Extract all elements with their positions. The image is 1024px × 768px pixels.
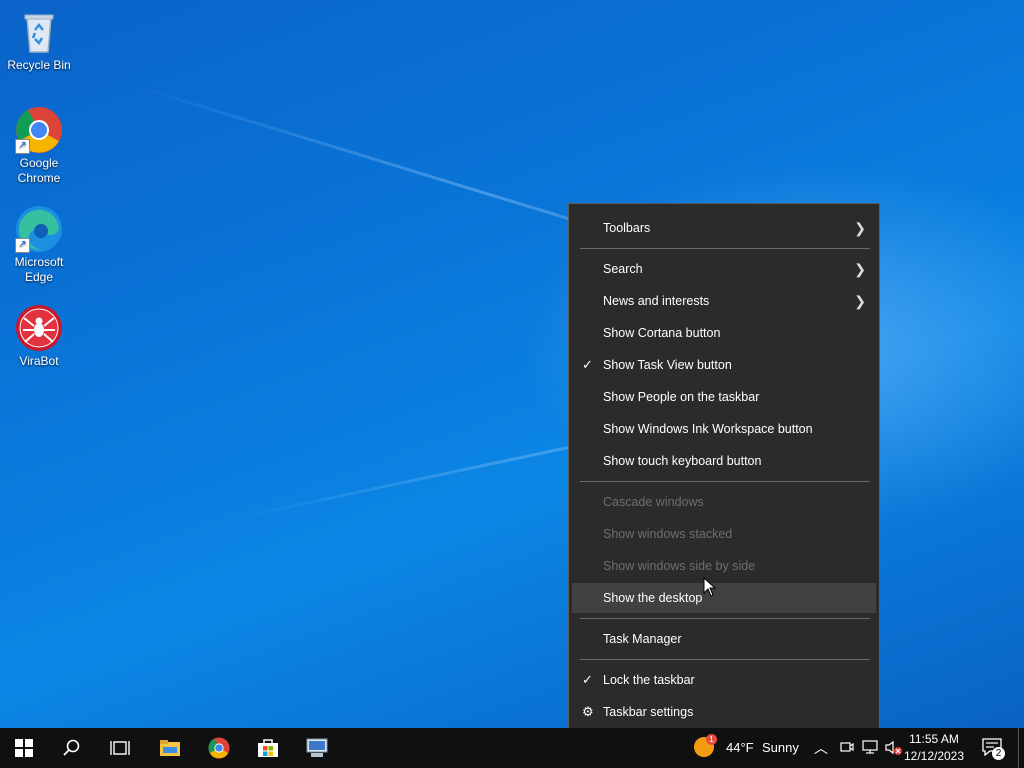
- menu-separator: [580, 659, 870, 660]
- search-icon: [63, 739, 80, 756]
- chevron-right-icon: ❯: [854, 293, 866, 309]
- network-icon[interactable]: [862, 740, 878, 759]
- menu-item-label: Cascade windows: [603, 495, 704, 509]
- meet-now-camera-icon[interactable]: [840, 740, 854, 759]
- volume-muted-icon[interactable]: [885, 740, 903, 761]
- menu-item-show-windows-side-by-side: Show windows side by side: [572, 551, 876, 581]
- windows-logo-icon: [15, 739, 33, 757]
- menu-item-label: Lock the taskbar: [603, 673, 695, 687]
- desktop-icon-google-chrome[interactable]: ↗ Google Chrome: [4, 106, 74, 186]
- taskbar-file-explorer[interactable]: [146, 728, 194, 768]
- clock-date: 12/12/2023: [903, 749, 965, 763]
- menu-item-show-windows-stacked: Show windows stacked: [572, 519, 876, 549]
- show-hidden-icons-chevron-up-icon[interactable]: ︿: [814, 738, 828, 758]
- chrome-icon: [208, 737, 230, 759]
- desktop-icon-label: Google Chrome: [17, 156, 61, 185]
- mouse-cursor-icon: [703, 576, 717, 602]
- menu-item-label: Show windows side by side: [603, 559, 756, 573]
- gear-icon: ⚙: [582, 704, 594, 719]
- weather-temperature[interactable]: 44°F: [726, 740, 754, 755]
- menu-item-show-ink-workspace[interactable]: Show Windows Ink Workspace button: [572, 414, 876, 444]
- virabot-spider-icon: [15, 304, 63, 352]
- taskbar: 1 44°F Sunny ︿ 11:55 AM 12/12/2023 2: [0, 728, 1024, 768]
- chevron-right-icon: ❯: [854, 220, 866, 236]
- taskbar-chrome[interactable]: [195, 728, 243, 768]
- clock-time: 11:55 AM: [909, 732, 959, 746]
- menu-item-label: Show People on the taskbar: [603, 390, 760, 404]
- menu-item-show-cortana-button[interactable]: Show Cortana button: [572, 318, 876, 348]
- desktop-icon-recycle-bin[interactable]: Recycle Bin: [4, 8, 74, 73]
- action-center-button[interactable]: 2: [982, 738, 1006, 760]
- menu-item-label: Show Cortana button: [603, 326, 721, 340]
- menu-item-label: Show the desktop: [603, 591, 703, 605]
- menu-item-search[interactable]: Search ❯: [572, 254, 876, 284]
- menu-item-cascade-windows: Cascade windows: [572, 487, 876, 517]
- menu-item-label: Show windows stacked: [603, 527, 733, 541]
- desktop-icon-label: Microsoft Edge: [14, 255, 64, 284]
- menu-item-news-and-interests[interactable]: News and interests ❯: [572, 286, 876, 316]
- menu-item-label: Search: [603, 262, 643, 276]
- weather-alert-badge: 1: [706, 734, 717, 745]
- menu-item-label: News and interests: [603, 294, 710, 308]
- menu-separator: [580, 618, 870, 619]
- weather-condition[interactable]: Sunny: [762, 740, 799, 755]
- desktop-icon-microsoft-edge[interactable]: ↗ Microsoft Edge: [4, 205, 74, 285]
- menu-separator: [580, 248, 870, 249]
- menu-item-label: Taskbar settings: [603, 705, 694, 719]
- chevron-right-icon: ❯: [854, 261, 866, 277]
- desktop-icon-label: ViraBot: [19, 354, 59, 368]
- recycle-bin-icon: [15, 8, 63, 56]
- menu-item-label: Task Manager: [603, 632, 682, 646]
- menu-item-label: Show Task View button: [603, 358, 732, 372]
- menu-item-task-manager[interactable]: Task Manager: [572, 624, 876, 654]
- taskbar-context-menu: Toolbars ❯ Search ❯ News and interests ❯…: [568, 203, 880, 735]
- menu-separator: [580, 481, 870, 482]
- edge-icon: ↗: [15, 205, 63, 253]
- weather-sun-icon[interactable]: 1: [694, 734, 717, 759]
- notification-count-badge: 2: [992, 747, 1005, 760]
- shortcut-arrow-icon: ↗: [15, 139, 30, 154]
- file-explorer-folder-icon: [160, 740, 180, 756]
- computer-monitor-icon: [306, 738, 328, 757]
- menu-item-show-people[interactable]: Show People on the taskbar: [572, 382, 876, 412]
- task-view-button[interactable]: [96, 728, 144, 768]
- taskbar-microsoft-store[interactable]: [244, 728, 292, 768]
- menu-item-taskbar-settings[interactable]: ⚙ Taskbar settings: [572, 697, 876, 727]
- task-view-icon: [110, 741, 130, 755]
- chrome-icon: ↗: [15, 106, 63, 154]
- taskbar-remote-desktop-app[interactable]: [293, 728, 341, 768]
- checkmark-icon: ✓: [582, 357, 593, 372]
- microsoft-store-icon: [258, 739, 278, 757]
- menu-item-lock-the-taskbar[interactable]: ✓ Lock the taskbar: [572, 665, 876, 695]
- menu-item-show-task-view-button[interactable]: ✓ Show Task View button: [572, 350, 876, 380]
- desktop-icon-virabot[interactable]: ViraBot: [4, 304, 74, 369]
- menu-item-toolbars[interactable]: Toolbars ❯: [572, 213, 876, 243]
- system-clock[interactable]: 11:55 AM 12/12/2023: [902, 731, 966, 765]
- menu-item-label: Toolbars: [603, 221, 651, 235]
- desktop-icon-label: Recycle Bin: [7, 58, 71, 72]
- menu-item-show-touch-keyboard[interactable]: Show touch keyboard button: [572, 446, 876, 476]
- search-button[interactable]: [48, 728, 96, 768]
- shortcut-arrow-icon: ↗: [15, 238, 30, 253]
- menu-item-show-the-desktop[interactable]: Show the desktop: [572, 583, 876, 613]
- checkmark-icon: ✓: [582, 672, 593, 687]
- show-desktop-button[interactable]: [1018, 728, 1024, 768]
- start-button[interactable]: [0, 728, 48, 768]
- menu-item-label: Show touch keyboard button: [603, 454, 762, 468]
- menu-item-label: Show Windows Ink Workspace button: [603, 422, 813, 436]
